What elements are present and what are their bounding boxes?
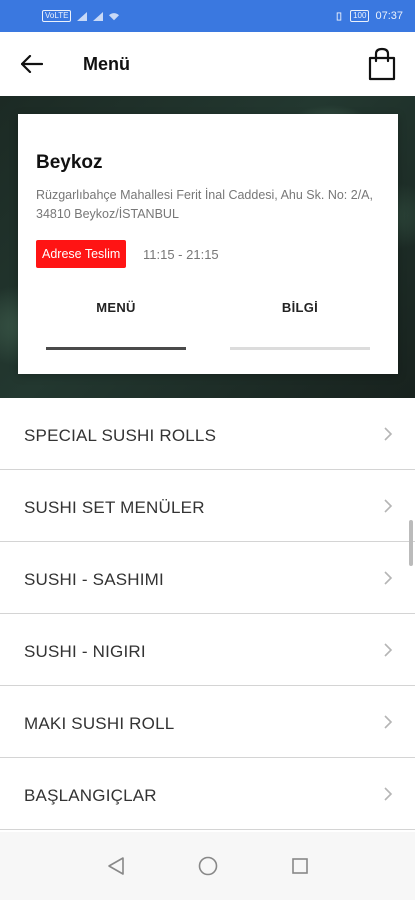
list-item-label: SUSHI SET MENÜLER xyxy=(24,498,205,517)
tab-info[interactable]: BİLGİ xyxy=(230,300,370,350)
status-bar: VoLTE 100 07:37 xyxy=(0,0,415,32)
list-item[interactable]: BAŞLANGIÇLAR xyxy=(0,758,415,830)
list-item[interactable]: SUSHI - NIGIRI xyxy=(0,614,415,686)
list-item-label: SUSHI - NIGIRI xyxy=(24,642,146,661)
tab-menu-label: MENÜ xyxy=(96,300,136,315)
system-nav-bar xyxy=(0,832,415,900)
chevron-right-icon xyxy=(384,427,393,441)
battery-indicator: 100 xyxy=(350,10,370,22)
store-info-card: Beykoz Rüzgarlıbahçe Mahallesi Ferit İna… xyxy=(18,114,398,374)
nav-home-button[interactable] xyxy=(197,855,219,877)
signal-icon xyxy=(77,11,88,21)
chevron-right-icon xyxy=(384,571,393,585)
shopping-bag-icon xyxy=(368,47,396,81)
nav-recents-icon xyxy=(291,858,308,874)
chevron-right-icon xyxy=(384,787,393,801)
back-button[interactable] xyxy=(18,50,46,78)
nav-back-icon xyxy=(107,857,124,875)
delivery-badge: Adrese Teslim xyxy=(36,240,127,268)
page-title: Menü xyxy=(83,54,130,74)
store-address: Rüzgarlıbahçe Mahallesi Ferit İnal Cadde… xyxy=(36,188,373,221)
chevron-right-icon xyxy=(384,643,393,657)
nav-home-icon xyxy=(198,856,217,876)
tab-info-label: BİLGİ xyxy=(281,300,319,315)
list-item-label: MAKI SUSHI ROLL xyxy=(24,714,175,733)
list-item-label: SUSHI - SASHIMI xyxy=(24,570,164,589)
status-right: 100 07:37 xyxy=(334,10,403,22)
chevron-right-icon xyxy=(384,499,393,513)
app-header: Menü xyxy=(0,32,415,96)
list-item-label: BAŞLANGIÇLAR xyxy=(24,786,157,805)
list-item[interactable]: SPECIAL SUSHI ROLLS xyxy=(0,398,415,470)
menu-category-list: SPECIAL SUSHI ROLLS SUSHI SET MENÜLER SU… xyxy=(0,398,415,830)
scrollbar[interactable] xyxy=(409,520,413,566)
arrow-left-icon xyxy=(21,55,43,73)
wifi-icon xyxy=(109,12,120,20)
chevron-right-icon xyxy=(384,715,393,729)
tab-menu[interactable]: MENÜ xyxy=(46,300,186,350)
tab-info-indicator xyxy=(230,347,370,350)
list-item[interactable]: SUSHI - SASHIMI xyxy=(0,542,415,614)
list-item[interactable]: SUSHI SET MENÜLER xyxy=(0,470,415,542)
store-name: Beykoz xyxy=(36,152,103,173)
list-item-label: SPECIAL SUSHI ROLLS xyxy=(24,426,217,445)
nav-back-button[interactable] xyxy=(105,855,127,877)
cart-button[interactable] xyxy=(365,44,399,84)
list-item[interactable]: MAKI SUSHI ROLL xyxy=(0,686,415,758)
status-time: 07:37 xyxy=(375,10,403,22)
vibrate-icon xyxy=(336,11,342,21)
signal-icon xyxy=(93,11,104,21)
nav-recents-button[interactable] xyxy=(289,855,311,877)
opening-hours: 11:15 - 21:15 xyxy=(143,247,219,262)
status-left: VoLTE xyxy=(42,10,120,22)
volte-badge: VoLTE xyxy=(42,10,72,22)
tab-menu-indicator xyxy=(46,347,186,350)
